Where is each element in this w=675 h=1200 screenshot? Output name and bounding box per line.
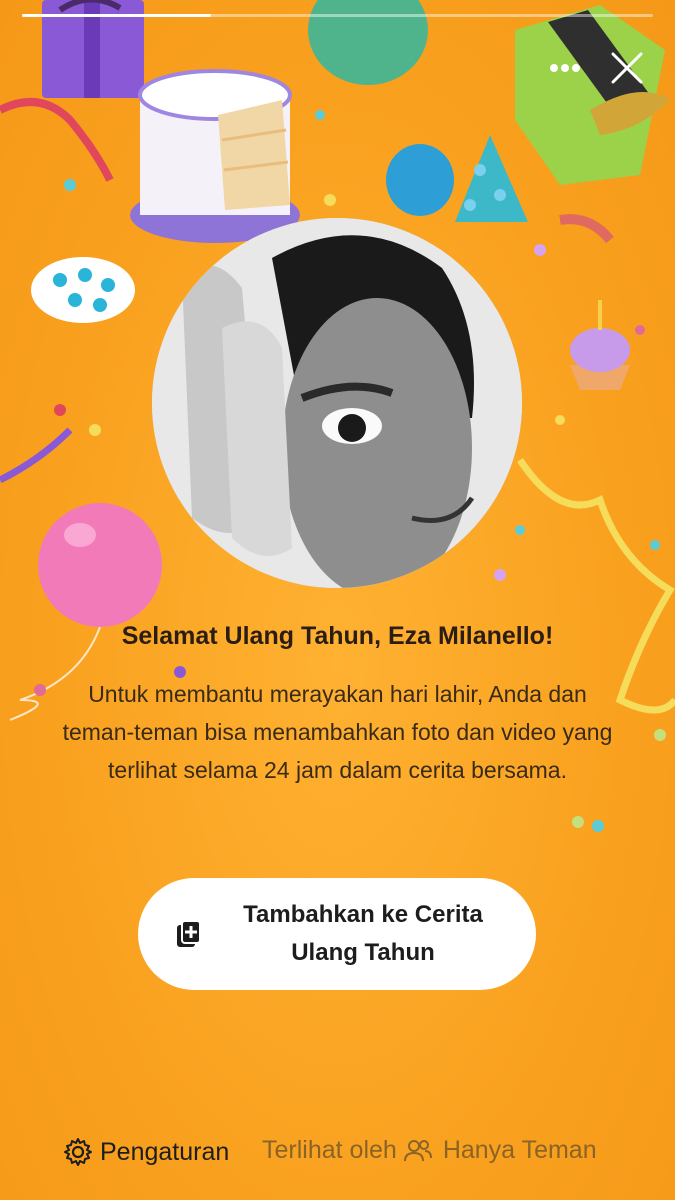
add-to-birthday-story-label: Tambahkan ke Cerita Ulang Tahun (243, 901, 483, 966)
profile-photo-image (152, 218, 522, 588)
party-blower (559, 214, 614, 244)
party-hats (386, 135, 528, 222)
more-options-button[interactable] (545, 48, 585, 88)
settings-button[interactable]: Pengaturan (62, 1136, 229, 1168)
polka-plate (31, 257, 135, 323)
gear-icon (64, 1138, 92, 1166)
friends-icon (403, 1139, 432, 1161)
top-actions (545, 48, 647, 88)
birthday-greeting-title: Selamat Ulang Tahun, Eza Milanello! (121, 622, 554, 650)
audience-selector[interactable]: Terlihat oleh Hanya Teman (262, 1136, 597, 1165)
birthday-cake (130, 69, 300, 243)
party-decorations (0, 0, 675, 832)
profile-photo (152, 218, 522, 588)
story-progress-track (22, 14, 653, 17)
cupcake (570, 300, 630, 390)
audience-label: Hanya Teman (442, 1136, 597, 1164)
story-footer: Pengaturan Terlihat oleh Hanya Teman (0, 1136, 675, 1172)
balloon-green (308, 0, 428, 85)
ribbon-purple (0, 427, 73, 484)
birthday-greeting-description: Untuk membantu merayakan hari lahir, And… (62, 681, 613, 783)
settings-label: Pengaturan (100, 1137, 230, 1166)
add-to-birthday-story-button[interactable]: Tambahkan ke Cerita Ulang Tahun (138, 878, 536, 990)
add-story-icon (177, 920, 201, 947)
more-horizontal-icon (550, 64, 580, 72)
close-icon[interactable] (607, 48, 647, 88)
story-progress-fill (22, 14, 212, 17)
ribbon-red (0, 98, 114, 182)
ribbon-yellow (517, 458, 675, 714)
viewed-by-label: Terlihat oleh (262, 1136, 397, 1164)
gift-box-green (515, 5, 670, 185)
